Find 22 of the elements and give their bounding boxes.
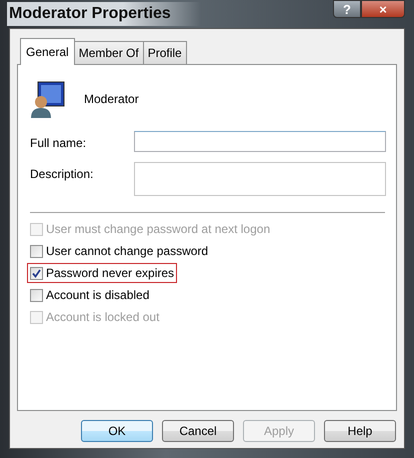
checkbox-label: User cannot change password xyxy=(46,243,208,260)
checkbox-label: Password never expires xyxy=(46,265,174,282)
dialog-button[interactable]: OK xyxy=(81,420,153,442)
close-button[interactable]: × xyxy=(361,0,405,18)
checkbox-label: Account is disabled xyxy=(46,287,150,304)
checkbox[interactable] xyxy=(30,266,43,280)
checkbox-label: Account is locked out xyxy=(46,309,160,326)
text-area[interactable] xyxy=(134,162,386,196)
tab[interactable]: General xyxy=(20,38,75,65)
field-label: Description: xyxy=(30,166,94,183)
dialog-button[interactable]: Cancel xyxy=(162,420,234,442)
tab[interactable]: Member Of xyxy=(74,41,144,64)
checkbox[interactable] xyxy=(30,244,43,258)
tab[interactable]: Profile xyxy=(142,41,187,64)
user-monitor-icon xyxy=(30,80,66,118)
checkbox[interactable] xyxy=(30,288,43,302)
user-name: Moderator xyxy=(84,91,139,108)
text-field[interactable] xyxy=(134,131,386,152)
checkbox-label: User must change password at next logon xyxy=(46,221,270,238)
dialog-button[interactable]: Help xyxy=(324,420,396,442)
window-title: Moderator Properties xyxy=(7,2,201,26)
field-label: Full name: xyxy=(30,135,88,152)
